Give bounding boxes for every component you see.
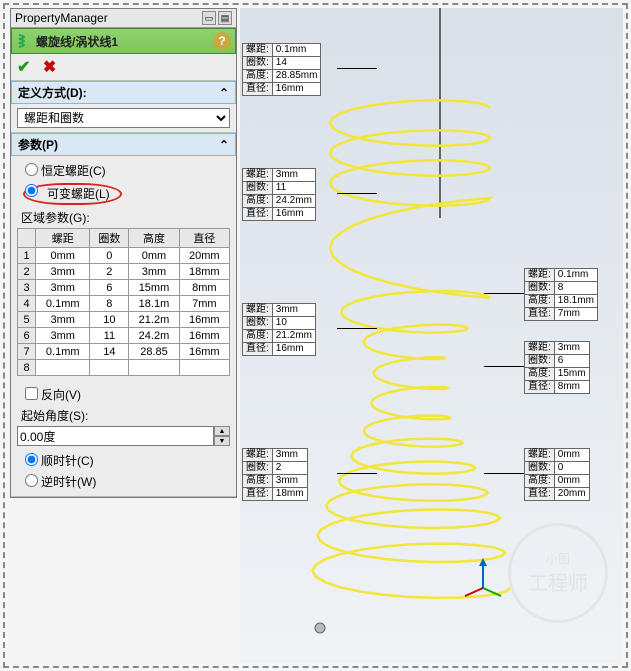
table-row[interactable]: 63mm1124.2m16mm	[18, 328, 230, 344]
pin-icon[interactable]: ▭	[202, 11, 216, 25]
feature-name: 螺旋线/涡状线1	[36, 33, 118, 50]
chevron-up-icon: ⌃	[219, 138, 229, 152]
table-row[interactable]: 33mm615mm8mm	[18, 280, 230, 296]
reverse-checkbox[interactable]: 反向(V)	[17, 384, 230, 405]
pm-titlebar: PropertyManager ▭ ▤	[11, 9, 236, 28]
col-dia: 直径	[179, 229, 229, 248]
dimension-callout[interactable]: 螺距:0mm圈数:0高度:0mm直径:20mm	[524, 448, 590, 501]
dimension-callout[interactable]: 螺距:3mm圈数:11高度:24.2mm直径:16mm	[242, 168, 316, 221]
help-icon[interactable]: ?	[213, 32, 231, 50]
spin-down[interactable]: ▼	[214, 436, 230, 446]
split-icon[interactable]: ▤	[218, 11, 232, 25]
ok-button[interactable]: ✔	[17, 59, 30, 76]
graphics-viewport[interactable]: 螺距:0.1mm圈数:14高度:28.85mm直径:16mm 螺距:3mm圈数:1…	[240, 8, 623, 663]
view-triad[interactable]	[463, 558, 503, 603]
start-angle-input[interactable]	[17, 426, 214, 446]
dimension-callout[interactable]: 螺距:3mm圈数:6高度:15mm直径:8mm	[524, 341, 590, 394]
radio-cw[interactable]: 顺时针(C)	[17, 450, 230, 471]
table-row[interactable]: 10mm00mm20mm	[18, 248, 230, 264]
feature-header: 螺旋线/涡状线1 ?	[11, 28, 236, 54]
section-define-header[interactable]: 定义方式(D): ⌃	[11, 81, 236, 104]
property-manager-panel: PropertyManager ▭ ▤ 螺旋线/涡状线1 ? ✔ ✖ 定义方式(…	[10, 8, 237, 498]
pm-title-text: PropertyManager	[15, 11, 108, 25]
table-row[interactable]: 8	[18, 360, 230, 376]
table-row[interactable]: 53mm1021.2m16mm	[18, 312, 230, 328]
table-row[interactable]: 70.1mm1428.8516mm	[18, 344, 230, 360]
region-params-label: 区域参数(G):	[17, 207, 230, 228]
table-row[interactable]: 23mm23mm18mm	[18, 264, 230, 280]
radio-ccw[interactable]: 逆时针(W)	[17, 471, 230, 492]
table-row[interactable]: 40.1mm818.1m7mm	[18, 296, 230, 312]
confirm-row: ✔ ✖	[11, 54, 236, 81]
col-height: 高度	[129, 229, 179, 248]
col-pitch: 螺距	[36, 229, 90, 248]
radio-variable-pitch[interactable]: 可变螺距(L)	[17, 181, 230, 207]
region-params-table[interactable]: 螺距 圈数 高度 直径 10mm00mm20mm23mm23mm18mm33mm…	[17, 228, 230, 376]
section-params-header[interactable]: 参数(P) ⌃	[11, 133, 236, 156]
dimension-callout[interactable]: 螺距:3mm圈数:2高度:3mm直径:18mm	[242, 448, 308, 501]
spin-up[interactable]: ▲	[214, 426, 230, 436]
dimension-callout[interactable]: 螺距:3mm圈数:10高度:21.2mm直径:16mm	[242, 303, 316, 356]
radio-constant-pitch[interactable]: 恒定螺距(C)	[17, 160, 230, 181]
define-method-select[interactable]: 螺距和圈数	[17, 108, 230, 128]
cancel-button[interactable]: ✖	[43, 59, 56, 76]
dimension-callout[interactable]: 螺距:0.1mm圈数:8高度:18.1mm直径:7mm	[524, 268, 598, 321]
col-rev: 圈数	[90, 229, 129, 248]
helix-icon	[16, 33, 32, 49]
chevron-up-icon: ⌃	[219, 86, 229, 100]
dimension-callout[interactable]: 螺距:0.1mm圈数:14高度:28.85mm直径:16mm	[242, 43, 321, 96]
start-angle-label: 起始角度(S):	[17, 405, 230, 426]
watermark: 小图 工程师	[508, 523, 608, 623]
